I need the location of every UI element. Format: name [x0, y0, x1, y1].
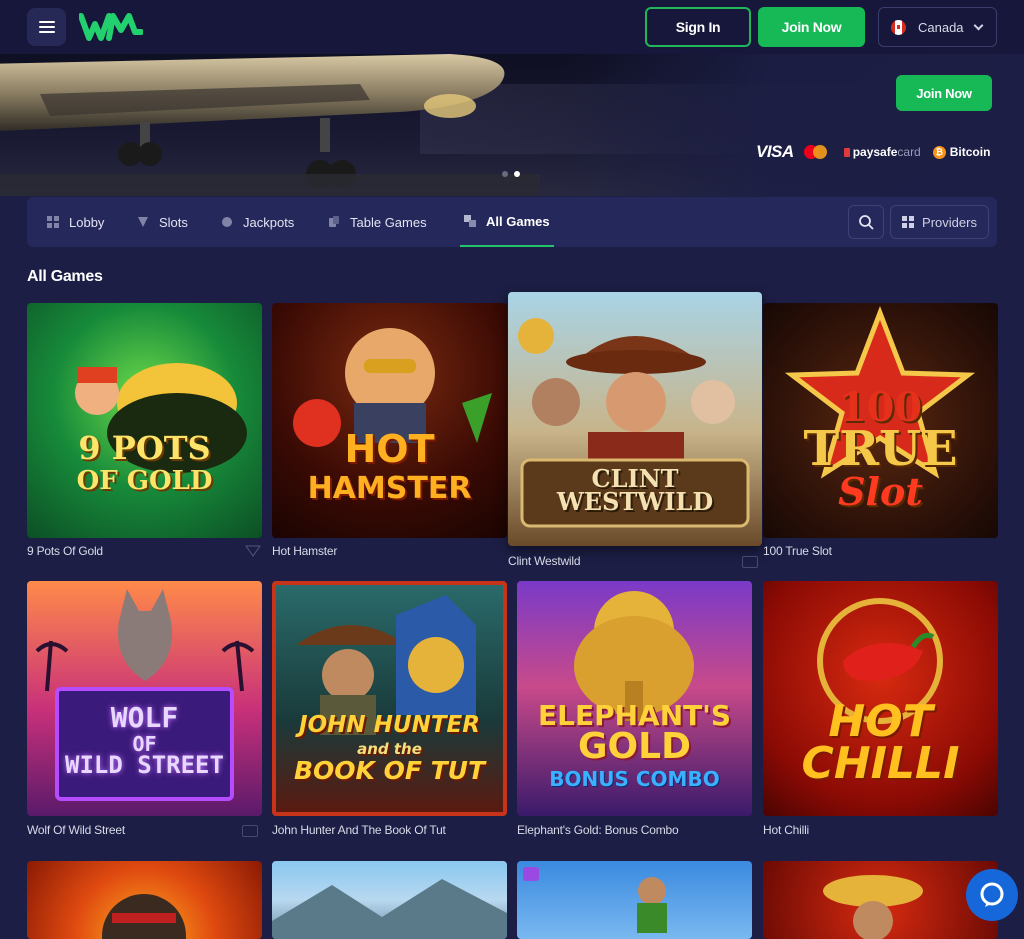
bitcoin-icon: ₿ [932, 145, 946, 159]
paysafecard-logo-bold: paysafe [852, 145, 898, 159]
country-selector[interactable]: Canada [878, 7, 997, 47]
game-card-clint-westwild[interactable]: CLINT WESTWILD [508, 292, 762, 546]
private-jet-image [0, 54, 540, 196]
tab-table-games[interactable]: Table Games [328, 197, 427, 247]
tab-jackpots-label: Jackpots [243, 214, 295, 230]
jackpots-icon [222, 217, 232, 227]
site-logo[interactable] [78, 12, 144, 47]
game-card-partial[interactable] [272, 861, 507, 939]
providers-label: Providers [922, 214, 977, 230]
game-card-100-true-slot[interactable]: 100 TRUE Slot [763, 303, 998, 538]
tab-lobby[interactable]: Lobby [47, 197, 104, 247]
hamburger-icon [38, 21, 55, 33]
slots-icon [138, 217, 148, 227]
game-name[interactable]: 9 Pots Of Gold [27, 544, 103, 558]
provider-icon [742, 556, 758, 568]
game-art-title: HOT HAMSTER [307, 427, 472, 507]
game-name[interactable]: John Hunter And The Book Of Tut [272, 823, 446, 837]
join-now-button[interactable]: Join Now [758, 7, 865, 47]
game-art-title: CLINT WESTWILD [556, 464, 714, 516]
game-card-partial[interactable] [517, 861, 752, 939]
bitcoin-label: Bitcoin [949, 145, 991, 159]
game-name[interactable]: Hot Chilli [763, 823, 809, 837]
chat-icon [980, 882, 1004, 907]
live-chat-button[interactable] [966, 869, 1018, 921]
country-label: Canada [918, 19, 964, 35]
tab-all-games[interactable]: All Games [460, 197, 554, 247]
payment-methods: VISA paysafe card ₿ Bitcoin [756, 142, 990, 162]
section-title: All Games [27, 268, 103, 285]
provider-icon [242, 825, 258, 837]
table-games-icon [329, 216, 339, 227]
game-art-title: 100 TRUE Slot [803, 384, 958, 514]
paysafecard-icon [843, 147, 850, 157]
all-games-icon [464, 215, 476, 227]
visa-logo: VISA [756, 142, 794, 161]
search-icon [858, 214, 874, 230]
game-name[interactable]: Elephant's Gold: Bonus Combo [517, 823, 679, 837]
game-card-wolf-of-wild-street[interactable]: WOLF OF WILD STREET [27, 581, 262, 816]
grid-icon [902, 216, 915, 228]
sign-in-button[interactable]: Sign In [645, 7, 751, 47]
provider-icon [245, 545, 261, 557]
tab-slots[interactable]: Slots [137, 197, 188, 247]
game-name[interactable]: Clint Westwild [508, 554, 581, 568]
game-art-title: ELEPHANT'S GOLD BONUS COMBO [538, 699, 731, 791]
game-art-title: JOHN HUNTER and the BOOK OF TUT [293, 712, 486, 785]
providers-button[interactable]: Providers [890, 205, 989, 239]
game-card-john-hunter-book-of-tut[interactable]: JOHN HUNTER and the BOOK OF TUT [272, 581, 507, 816]
hero-banner[interactable]: Join Now VISA paysafe card ₿ Bitcoin [0, 54, 1024, 196]
carousel-dot-active[interactable] [514, 171, 520, 177]
game-card-partial[interactable] [27, 861, 262, 939]
game-card-9-pots-of-gold[interactable]: 9 POTS OF GOLD [27, 303, 262, 538]
tab-lobby-label: Lobby [69, 214, 105, 230]
carousel-dot[interactable] [502, 171, 508, 177]
search-button[interactable] [848, 205, 884, 239]
game-name[interactable]: Hot Hamster [272, 544, 337, 558]
hero-join-now-button[interactable]: Join Now [896, 75, 992, 111]
top-header: Sign In Join Now Canada [0, 0, 1024, 54]
mastercard-icon [803, 143, 830, 161]
tab-all-games-label: All Games [486, 213, 550, 229]
game-card-elephants-gold[interactable]: ELEPHANT'S GOLD BONUS COMBO [517, 581, 752, 816]
game-card-partial[interactable] [763, 861, 998, 939]
game-art-title: HOT CHILLI [801, 696, 960, 789]
paysafecard-logo-light: card [897, 145, 921, 159]
game-art-title: WOLF OF WILD STREET [65, 701, 224, 780]
tab-slots-label: Slots [159, 214, 188, 230]
game-card-hot-chilli[interactable]: HOT CHILLI [763, 581, 998, 816]
game-category-nav: Lobby Slots Jackpots Table Games All Gam… [27, 197, 997, 247]
tab-jackpots[interactable]: Jackpots [221, 197, 294, 247]
canada-flag-icon [891, 19, 906, 35]
game-name[interactable]: Wolf Of Wild Street [27, 823, 125, 837]
game-art-title: 9 POTS OF GOLD [76, 429, 213, 497]
menu-button[interactable] [27, 8, 66, 46]
game-name[interactable]: 100 True Slot [763, 544, 832, 558]
lobby-icon [47, 216, 59, 228]
game-card-hot-hamster[interactable]: HOT HAMSTER [272, 303, 507, 538]
chevron-down-icon [973, 20, 984, 31]
tab-table-games-label: Table Games [350, 214, 427, 230]
